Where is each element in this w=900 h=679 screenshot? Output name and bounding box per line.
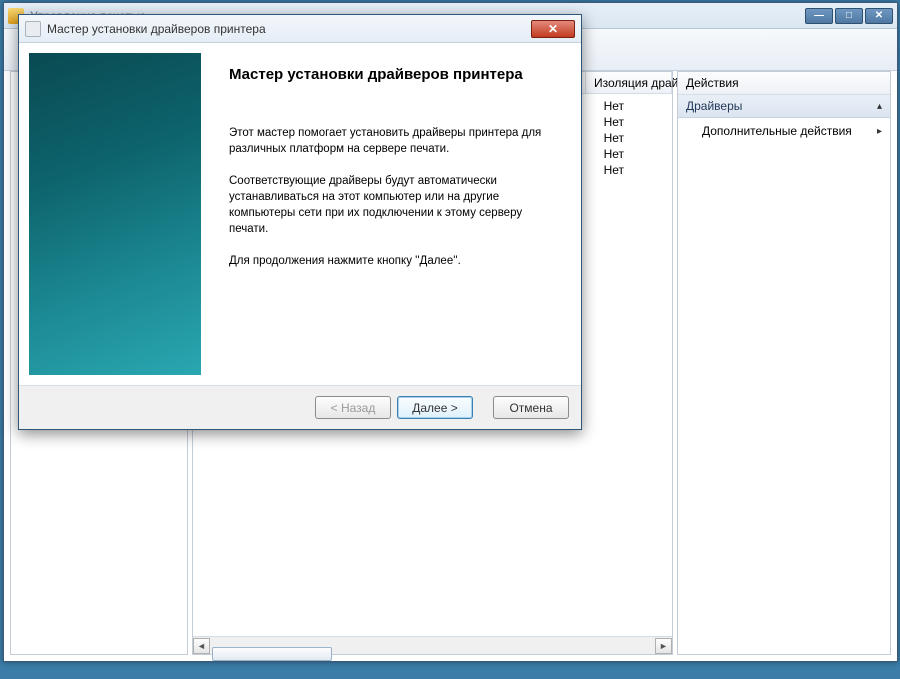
scroll-right-button[interactable]: ► (655, 638, 672, 654)
close-icon: ✕ (548, 22, 558, 36)
wizard-close-button[interactable]: ✕ (531, 20, 575, 38)
wizard-paragraph: Для продолжения нажмите кнопку ''Далее''… (229, 253, 553, 269)
maximize-button[interactable]: □ (835, 8, 863, 24)
actions-group-drivers[interactable]: Драйверы ▴ (678, 95, 890, 118)
actions-panel: Действия Драйверы ▴ Дополнительные дейст… (677, 71, 891, 655)
scroll-left-button[interactable]: ◄ (193, 638, 210, 654)
back-button: < Назад (315, 396, 391, 419)
col-isolation[interactable]: Изоляция драй (586, 72, 672, 93)
collapse-icon: ▴ (877, 101, 882, 112)
actions-item-more[interactable]: Дополнительные действия ▸ (678, 118, 890, 144)
actions-group-label: Драйверы (686, 99, 742, 113)
wizard-content: Мастер установки драйверов принтера Этот… (201, 43, 581, 385)
close-button[interactable]: ✕ (865, 8, 893, 24)
wizard-sidebar-image (29, 53, 201, 375)
wizard-title: Мастер установки драйверов принтера (47, 22, 266, 36)
actions-title: Действия (678, 72, 890, 95)
close-icon: ✕ (875, 11, 883, 21)
minimize-button[interactable]: — (805, 8, 833, 24)
wizard-body: Мастер установки драйверов принтера Этот… (19, 43, 581, 385)
actions-item-label: Дополнительные действия (702, 124, 852, 138)
wizard-footer: < Назад Далее > Отмена (19, 385, 581, 429)
cancel-button[interactable]: Отмена (493, 396, 569, 419)
horizontal-scrollbar[interactable]: ◄ ► (193, 636, 672, 654)
wizard-heading: Мастер установки драйверов принтера (229, 65, 553, 85)
minimize-icon: — (814, 11, 824, 21)
scrollbar-thumb[interactable] (212, 647, 332, 661)
chevron-right-icon: ▸ (877, 126, 882, 137)
maximize-icon: □ (846, 11, 852, 21)
next-button[interactable]: Далее > (397, 396, 473, 419)
driver-wizard-dialog: Мастер установки драйверов принтера ✕ Ма… (18, 14, 582, 430)
wizard-paragraph: Соответствующие драйверы будут автоматич… (229, 173, 553, 237)
wizard-titlebar[interactable]: Мастер установки драйверов принтера ✕ (19, 15, 581, 43)
printer-small-icon (25, 21, 41, 37)
wizard-paragraph: Этот мастер помогает установить драйверы… (229, 125, 553, 157)
